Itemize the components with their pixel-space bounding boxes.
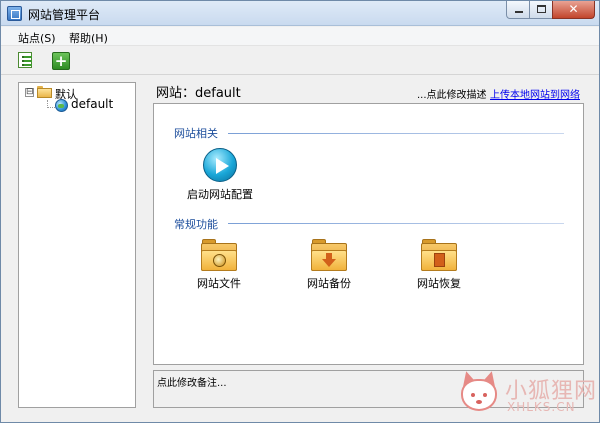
menu-site[interactable]: 站点(S) (18, 30, 56, 46)
site-title: 网站：default (156, 86, 241, 101)
fox-head (461, 379, 497, 411)
fox-nose (476, 400, 482, 404)
action-label: 网站备份 (307, 277, 351, 290)
play-icon (203, 148, 237, 182)
site-tree[interactable]: ⊟ 默认 default (18, 82, 136, 408)
tree-node-default[interactable]: default (71, 97, 113, 111)
action-label: 网站文件 (197, 277, 241, 290)
site-list-icon[interactable] (17, 52, 35, 70)
minimize-icon (515, 11, 523, 13)
fox-logo-icon (457, 369, 501, 415)
site-restore-button[interactable]: 网站恢复 (394, 239, 484, 291)
folder-files-icon (201, 239, 237, 271)
site-list-icon-line (24, 60, 32, 62)
tree-expander-icon[interactable]: ⊟ (25, 88, 34, 97)
globe-icon (55, 99, 68, 112)
site-list-icon-page (18, 52, 32, 68)
toolbar: + (1, 47, 599, 75)
main-content-panel: 网站相关 启动网站配置 常规功能 网站文件 网站备份 网站恢复 (153, 103, 584, 365)
folder-backup-icon (311, 239, 347, 271)
section-title-common: 常规功能 (174, 218, 218, 231)
disc-icon (213, 254, 226, 267)
folder-restore-icon (421, 239, 457, 271)
close-button[interactable]: ✕ (552, 1, 595, 19)
download-arrow-icon-head (322, 259, 336, 267)
site-list-icon-line (24, 64, 32, 66)
note-text: 点此修改备注... (157, 378, 227, 389)
tree-connector (47, 107, 55, 108)
menu-help[interactable]: 帮助(H) (69, 30, 108, 46)
app-icon (7, 6, 22, 21)
add-site-button[interactable]: + (52, 52, 70, 70)
caption-buttons: ✕ (506, 1, 595, 20)
maximize-button[interactable] (529, 1, 553, 19)
site-list-icon-line (24, 56, 32, 58)
folder-icon (37, 86, 52, 98)
section-divider (228, 223, 564, 224)
site-backup-button[interactable]: 网站备份 (284, 239, 374, 291)
section-divider (228, 133, 564, 134)
site-files-button[interactable]: 网站文件 (174, 239, 264, 291)
upload-site-link[interactable]: 上传本地网站到网络 (490, 86, 580, 101)
watermark-subtext: XHLKS.CN (507, 400, 576, 414)
close-icon: ✕ (568, 2, 579, 16)
play-triangle (216, 158, 229, 174)
add-icon: + (54, 52, 68, 70)
start-site-config-button[interactable]: 启动网站配置 (175, 148, 265, 202)
edit-description-link[interactable]: ...点此修改描述 (417, 86, 487, 101)
action-label: 网站恢复 (417, 277, 461, 290)
section-title-site: 网站相关 (174, 127, 218, 140)
folder-icon-body (37, 88, 52, 98)
window-title: 网站管理平台 (28, 8, 101, 22)
minimize-button[interactable] (506, 1, 530, 19)
maximize-icon (537, 5, 546, 13)
document-icon (434, 253, 445, 267)
menu-bar: 站点(S) 帮助(H) (1, 27, 599, 46)
fox-eye (471, 393, 475, 397)
fox-eye (483, 393, 487, 397)
action-label: 启动网站配置 (187, 188, 253, 201)
title-bar[interactable]: 网站管理平台 ✕ (1, 1, 599, 26)
app-window: 网站管理平台 ✕ 站点(S) 帮助(H) + ⊟ 默认 default 网站：d… (0, 0, 600, 423)
